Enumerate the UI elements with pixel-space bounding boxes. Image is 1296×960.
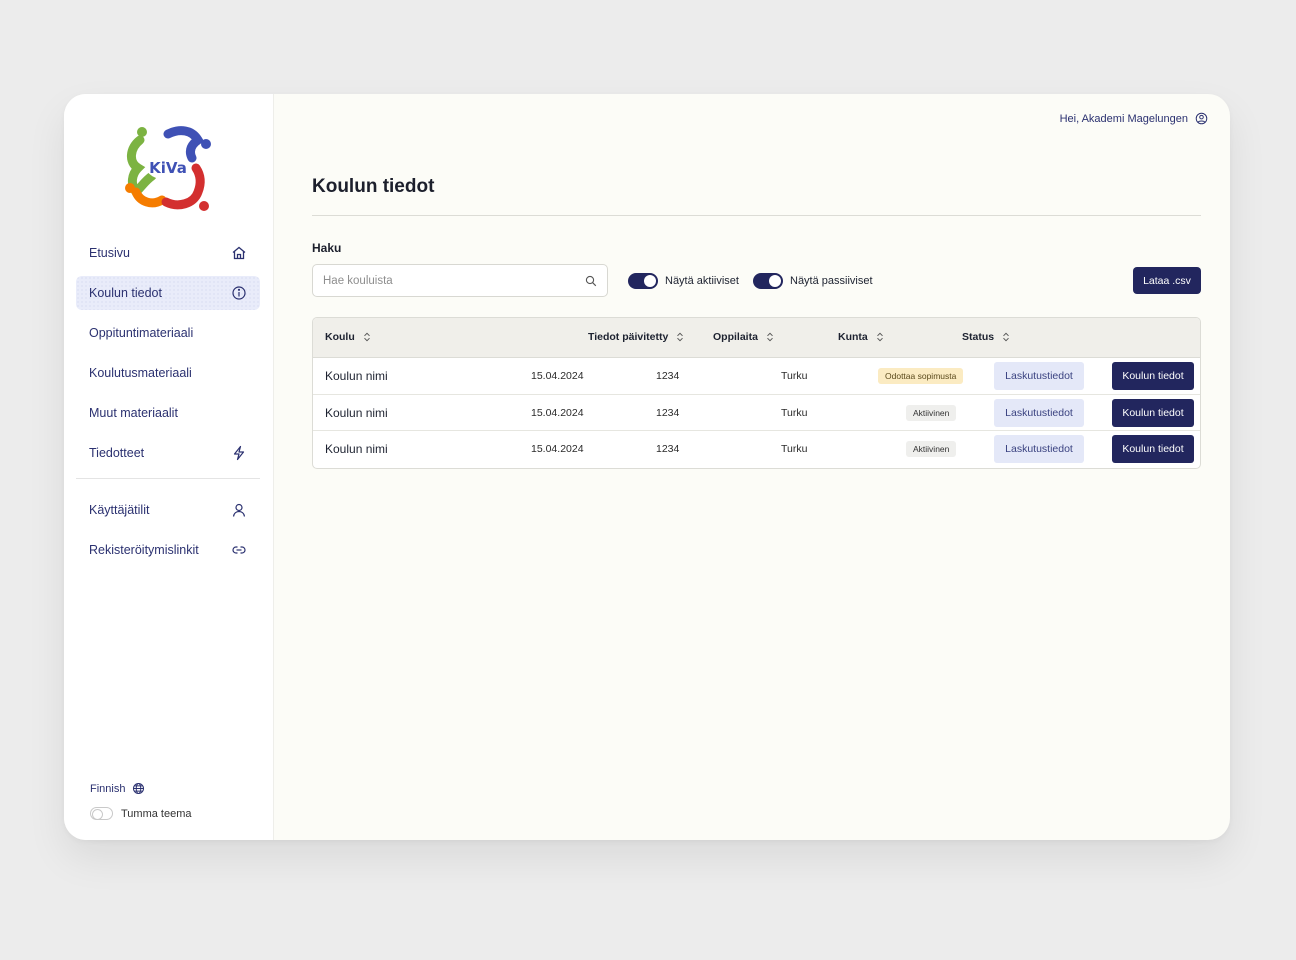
schools-table: Koulu Tiedot päivitetty Oppilaita Kunta … [312, 317, 1201, 469]
table-row: Koulun nimi 15.04.2024 1234 Turku Aktiiv… [313, 395, 1200, 431]
table-row: Koulun nimi 15.04.2024 1234 Turku Aktiiv… [313, 431, 1200, 468]
updated-date: 15.04.2024 [531, 443, 584, 455]
student-count: 1234 [656, 370, 680, 382]
greeting-text: Hei, Akademi Magelungen [1059, 112, 1188, 125]
kiva-logo[interactable]: KiVa [122, 122, 214, 214]
school-info-button[interactable]: Koulun tiedot [1112, 398, 1194, 427]
updated-date: 15.04.2024 [531, 406, 584, 419]
school-name: Koulun nimi [325, 405, 388, 420]
sidebar-item-rekisteroitymislinkit[interactable]: Rekisteröitymislinkit [76, 533, 260, 567]
user-circle-icon [1195, 112, 1208, 125]
table-header: Koulu Tiedot päivitetty Oppilaita Kunta … [313, 318, 1200, 358]
sidebar-item-label: Käyttäjätilit [89, 503, 150, 517]
column-header-tiedot-paivitetty[interactable]: Tiedot päivitetty [588, 331, 684, 343]
updated-date: 15.04.2024 [531, 370, 584, 382]
status-badge: Aktiivinen [906, 404, 957, 421]
column-header-label: Koulu [325, 331, 355, 343]
school-name: Koulun nimi [325, 442, 388, 456]
student-count: 1234 [656, 443, 680, 455]
column-header-oppilaita[interactable]: Oppilaita [713, 331, 774, 343]
passive-toggle-group: Näytä passiiviset [753, 273, 873, 289]
search-icon[interactable] [585, 275, 597, 287]
page-title: Koulun tiedot [312, 176, 435, 197]
sidebar-item-label: Koulutusmateriaali [89, 366, 192, 380]
sidebar-item-label: Tiedotteet [89, 446, 145, 460]
billing-info-button[interactable]: Laskutustiedot [994, 398, 1084, 427]
sort-icon [767, 332, 773, 342]
sort-icon [677, 332, 684, 342]
sidebar-item-label: Rekisteröitymislinkit [89, 543, 199, 557]
student-count: 1234 [656, 406, 680, 419]
school-info-button[interactable]: Koulun tiedot [1112, 362, 1194, 390]
column-header-label: Status [962, 331, 995, 343]
sidebar-item-kayttajatilit[interactable]: Käyttäjätilit [76, 493, 260, 527]
column-header-kunta[interactable]: Kunta [838, 331, 884, 343]
column-header-label: Oppilaita [713, 331, 758, 343]
logo-text: KiVa [149, 159, 187, 177]
sidebar-item-oppituntimateriaali[interactable]: Oppituntimateriaali [76, 316, 260, 350]
user-icon [231, 502, 247, 518]
sort-icon [876, 332, 883, 342]
search-box [312, 264, 608, 297]
show-active-toggle[interactable] [628, 273, 658, 289]
dark-theme-row: Tumma teema [90, 807, 192, 820]
sidebar-item-etusivu[interactable]: Etusivu [76, 236, 260, 270]
municipality: Turku [781, 443, 808, 455]
language-selector[interactable]: Finnish [90, 782, 192, 795]
sidebar-item-label: Muut materiaalit [89, 406, 178, 420]
search-input[interactable] [323, 274, 585, 287]
app-window: KiVa Etusivu Koulun tiedot Oppituntimate… [64, 94, 1230, 840]
status-badge: Odottaa sopimusta [878, 368, 964, 384]
info-icon [231, 285, 247, 301]
main-content: Hei, Akademi Magelungen Koulun tiedot Ha… [274, 94, 1230, 840]
sidebar-item-tiedotteet[interactable]: Tiedotteet [76, 436, 260, 470]
bolt-icon [231, 445, 247, 461]
show-passive-toggle[interactable] [753, 273, 783, 289]
show-active-label: Näytä aktiiviset [665, 275, 739, 287]
sidebar-item-label: Oppituntimateriaali [89, 326, 194, 340]
municipality: Turku [781, 406, 808, 419]
status-badge: Aktiivinen [906, 441, 957, 457]
show-passive-label: Näytä passiiviset [790, 275, 873, 287]
link-icon [231, 542, 247, 558]
active-toggle-group: Näytä aktiiviset [628, 273, 739, 289]
user-greeting[interactable]: Hei, Akademi Magelungen [1060, 112, 1208, 125]
sort-icon [1003, 332, 1009, 342]
download-csv-button[interactable]: Lataa .csv [1133, 267, 1201, 294]
globe-icon [133, 782, 145, 795]
school-name: Koulun nimi [325, 369, 388, 383]
sidebar-item-koulutusmateriaali[interactable]: Koulutusmateriaali [76, 356, 260, 390]
sidebar-footer: Finnish Tumma teema [90, 782, 192, 820]
dark-theme-toggle[interactable] [90, 807, 113, 820]
column-header-label: Kunta [838, 331, 868, 343]
language-label: Finnish [90, 782, 126, 795]
municipality: Turku [781, 370, 808, 382]
sidebar-item-label: Koulun tiedot [89, 286, 162, 300]
school-info-button[interactable]: Koulun tiedot [1112, 435, 1194, 463]
title-divider [312, 215, 1201, 216]
column-header-status[interactable]: Status [962, 331, 1010, 343]
billing-info-button[interactable]: Laskutustiedot [994, 435, 1084, 463]
search-label: Haku [312, 241, 342, 255]
sidebar-item-muut-materiaalit[interactable]: Muut materiaalit [76, 396, 260, 430]
sidebar-item-koulun-tiedot[interactable]: Koulun tiedot [76, 276, 260, 310]
sidebar-nav: Etusivu Koulun tiedot Oppituntimateriaal… [76, 236, 260, 573]
dark-theme-label: Tumma teema [121, 807, 192, 820]
table-row: Koulun nimi 15.04.2024 1234 Turku Odotta… [313, 358, 1200, 395]
billing-info-button[interactable]: Laskutustiedot [994, 362, 1084, 390]
sidebar-divider [76, 478, 260, 479]
sidebar: KiVa Etusivu Koulun tiedot Oppituntimate… [64, 94, 274, 840]
column-header-label: Tiedot päivitetty [588, 331, 669, 343]
sidebar-item-label: Etusivu [89, 246, 130, 260]
sort-icon [363, 332, 370, 342]
column-header-koulu[interactable]: Koulu [325, 331, 371, 343]
home-icon [231, 245, 247, 261]
